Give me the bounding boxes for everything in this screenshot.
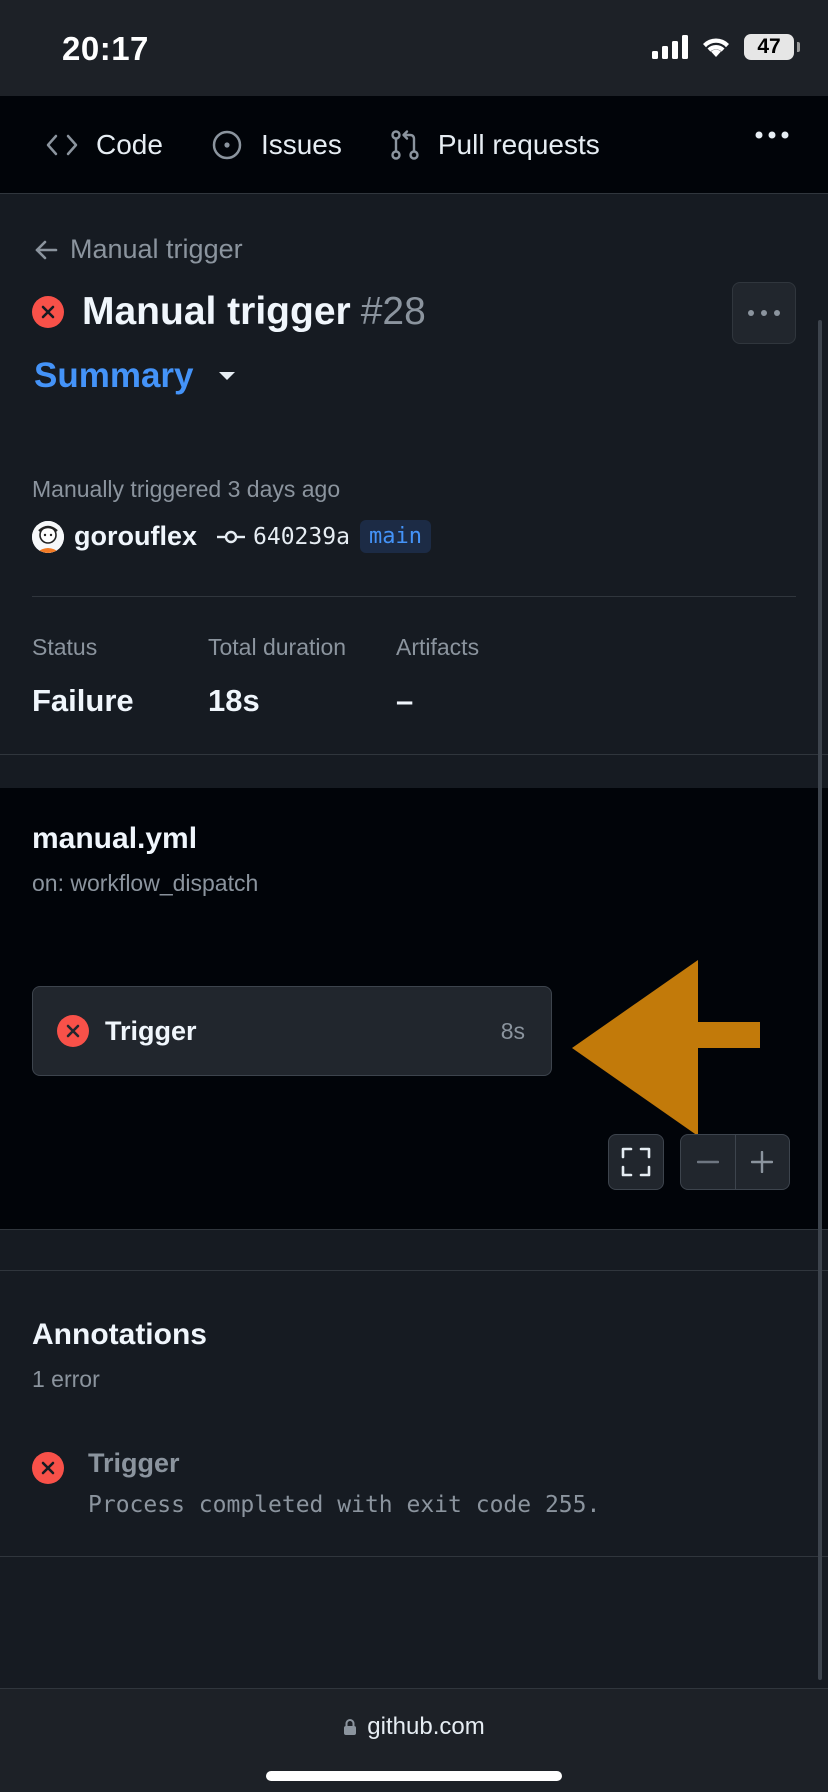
annotations-count: 1 error: [32, 1366, 100, 1392]
back-link-label: Manual trigger: [70, 234, 243, 264]
job-duration: 8s: [500, 1017, 525, 1044]
run-meta: gorouflex 640239a main: [32, 520, 431, 553]
trigger-info: Manually triggered 3 days ago: [32, 476, 341, 502]
divider: [0, 1556, 828, 1557]
nav-item-label: Issues: [260, 128, 342, 160]
stat-label: Artifacts: [396, 634, 480, 660]
arrow-left-icon: [35, 240, 58, 259]
kebab-horizontal-icon: [748, 310, 780, 316]
dash-icon: [696, 1160, 719, 1164]
stat-value: Failure: [32, 683, 134, 718]
status-icons: 47: [652, 34, 800, 60]
battery-indicator: 47: [744, 34, 800, 60]
kebab-horizontal-icon[interactable]: [754, 130, 790, 140]
stat-artifacts: Artifacts –: [396, 634, 479, 719]
triangle-down-icon: [218, 372, 235, 380]
divider: [0, 1270, 828, 1271]
run-more-button[interactable]: [732, 282, 796, 344]
code-icon: [46, 134, 78, 155]
stat-value: –: [396, 683, 414, 718]
annotation-message: Process completed with exit code 255.: [88, 1492, 601, 1518]
address-bar[interactable]: github.com: [0, 1713, 828, 1741]
arrow-left-annotation-icon: [572, 960, 760, 1136]
home-indicator: [266, 1771, 562, 1781]
repo-nav: Code Issues Pull requests: [0, 96, 828, 194]
actor-username[interactable]: gorouflex: [74, 521, 197, 552]
run-title: Manual trigger: [82, 290, 351, 333]
annotations-title: Annotations: [32, 1318, 207, 1351]
signal-icon: [652, 35, 688, 59]
wifi-icon: [703, 38, 729, 57]
workflow-trigger: on: workflow_dispatch: [32, 870, 259, 896]
divider: [0, 754, 828, 755]
nav-item-label: Code: [96, 128, 163, 160]
stat-label: Status: [32, 634, 98, 660]
lock-icon: [344, 1719, 357, 1735]
workflow-file-name: manual.yml: [32, 822, 198, 855]
url-text: github.com: [367, 1713, 485, 1740]
x-circle-fill-icon: [57, 1015, 89, 1047]
view-selector[interactable]: Summary: [34, 356, 236, 396]
browser-bottom-bar: github.com: [0, 1688, 828, 1792]
commit-sha: 640239a: [253, 523, 350, 550]
zoom-controls: [680, 1134, 790, 1190]
job-card-trigger[interactable]: Trigger 8s: [32, 986, 552, 1076]
workflow-graph: manual.yml on: workflow_dispatch Trigger…: [0, 788, 828, 1230]
branch-label[interactable]: main: [359, 520, 431, 553]
stat-label: Total duration: [208, 634, 347, 660]
run-number: #28: [360, 290, 426, 333]
nav-item-pull-requests[interactable]: Pull requests: [390, 129, 600, 161]
divider: [32, 596, 796, 597]
zoom-out-button[interactable]: [681, 1135, 735, 1189]
x-circle-fill-icon: [32, 296, 64, 328]
zoom-in-button[interactable]: [734, 1135, 790, 1189]
nav-item-issues[interactable]: Issues: [211, 129, 342, 161]
scrollbar[interactable]: [818, 320, 822, 1680]
run-title-row: Manual trigger #28: [32, 290, 426, 334]
issue-opened-icon: [212, 130, 242, 159]
avatar[interactable]: [32, 520, 64, 553]
nav-item-label: Pull requests: [437, 128, 600, 160]
job-name: Trigger: [105, 1015, 197, 1046]
annotation-job: Trigger: [88, 1448, 180, 1478]
stat-status: Status Failure: [32, 634, 134, 719]
git-commit-icon: [217, 530, 246, 543]
screen-full-icon: [621, 1147, 651, 1177]
plus-icon: [751, 1151, 774, 1173]
commit-link[interactable]: 640239a: [217, 524, 350, 550]
fullscreen-button[interactable]: [608, 1134, 664, 1190]
status-time: 20:17: [62, 30, 149, 67]
status-bar: 20:17 47: [0, 0, 828, 96]
stat-duration: Total duration 18s: [208, 634, 346, 719]
view-selector-label: Summary: [34, 356, 194, 395]
nav-item-code[interactable]: Code: [46, 129, 163, 161]
git-pull-request-icon: [391, 129, 419, 160]
back-link[interactable]: Manual trigger: [34, 234, 243, 265]
stat-value: 18s: [208, 683, 260, 718]
x-circle-fill-icon: [32, 1452, 64, 1484]
